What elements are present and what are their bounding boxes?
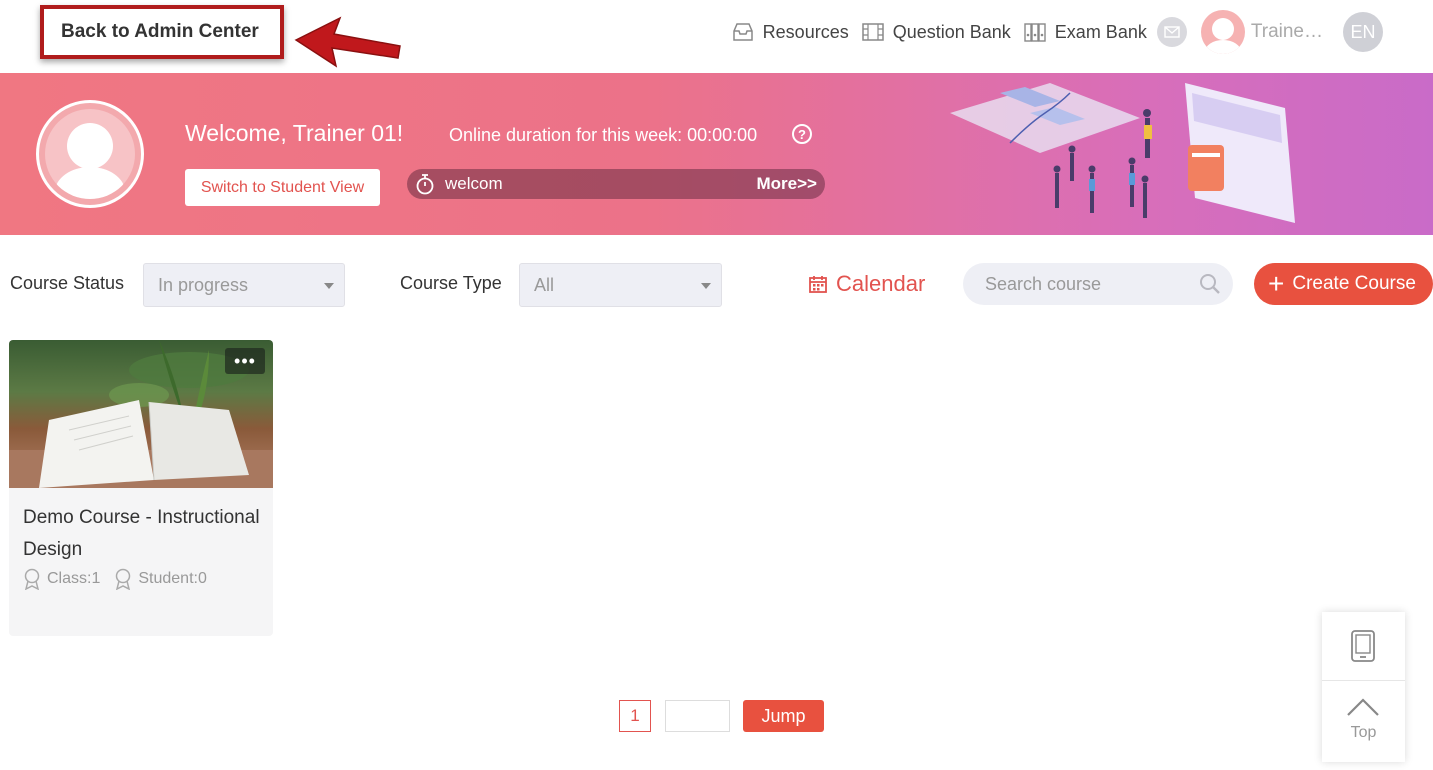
course-meta: Class:1 Student:0 (23, 568, 221, 590)
create-course-button[interactable]: + Create Course (1254, 263, 1433, 305)
plus-icon: + (1268, 268, 1285, 299)
nav-resources[interactable]: Resources (731, 21, 849, 43)
badge-icon (116, 568, 131, 590)
binders-icon (1024, 23, 1046, 42)
top-nav: Resources Question Bank Exam Bank Traine… (719, 10, 1383, 54)
notice-text: welcom (445, 174, 503, 193)
top-label: Top (1350, 724, 1377, 741)
class-count: Class:1 (23, 568, 100, 590)
back-to-admin-center-button[interactable]: Back to Admin Center (40, 5, 284, 59)
banner-illustration (950, 83, 1295, 223)
nav-exam-bank-label: Exam Bank (1054, 21, 1147, 42)
chevron-down-icon (701, 283, 711, 289)
calendar-label: Calendar (836, 271, 926, 296)
calendar-link[interactable]: Calendar (808, 271, 925, 297)
stopwatch-icon (416, 174, 434, 195)
top-bar: Back to Admin Center Resources Question … (0, 0, 1433, 73)
course-status-select[interactable]: In progress (143, 263, 345, 307)
course-title[interactable]: Demo Course - Instructional Design (23, 502, 263, 566)
course-status-label: Course Status (10, 273, 125, 293)
search-icon[interactable] (1199, 273, 1221, 295)
course-card[interactable]: ••• Demo Course - Instructional Design C… (9, 340, 273, 636)
page-number-current[interactable]: 1 (619, 700, 651, 732)
back-label: Back to Admin Center (61, 21, 259, 42)
pagination: 1 Jump (619, 700, 824, 732)
class-count-text: Class:1 (47, 570, 101, 587)
chevron-down-icon (324, 283, 334, 289)
badge-icon (24, 568, 40, 590)
course-status-value: In progress (158, 274, 249, 295)
user-name: Traine… (1250, 21, 1323, 42)
avatar (1200, 10, 1245, 54)
nav-exam-bank[interactable]: Exam Bank (1023, 21, 1147, 43)
mail-icon (1164, 26, 1180, 38)
inbox-icon (732, 23, 753, 41)
welcome-text: Welcome, Trainer 01! (185, 120, 404, 146)
nav-resources-label: Resources (762, 21, 849, 42)
page-jump-input[interactable] (665, 700, 730, 732)
create-course-label: Create Course (1292, 273, 1416, 294)
search-input[interactable] (985, 273, 1185, 295)
notice-bar[interactable]: welcom More>> (407, 169, 825, 199)
filter-bar: Course Status In progress Course Type Al… (0, 255, 1433, 315)
notice-more-link[interactable]: More>> (757, 174, 817, 194)
switch-to-student-view-button[interactable]: Switch to Student View (185, 169, 380, 206)
chevron-up-icon (1347, 698, 1379, 716)
online-duration: Online duration for this week: 00:00:00 (449, 125, 758, 145)
user-menu[interactable]: Traine… (1200, 10, 1323, 54)
calendar-icon (809, 276, 827, 293)
jump-button[interactable]: Jump (743, 700, 824, 732)
welcome-banner: Welcome, Trainer 01! Online duration for… (0, 73, 1433, 235)
annotation-arrow-icon (294, 16, 401, 68)
course-type-select[interactable]: All (519, 263, 722, 307)
language-switch[interactable]: EN (1343, 12, 1383, 52)
tablet-icon[interactable] (1350, 630, 1376, 662)
student-count: Student:0 (114, 568, 207, 590)
nav-question-bank-label: Question Bank (892, 21, 1011, 42)
mail-button[interactable] (1156, 17, 1187, 47)
course-thumbnail: ••• (9, 340, 273, 488)
search-box (963, 263, 1233, 305)
film-icon (861, 23, 884, 41)
nav-question-bank[interactable]: Question Bank (861, 21, 1011, 43)
floating-toolbar: Top (1322, 612, 1405, 762)
course-type-value: All (534, 274, 555, 295)
student-count-text: Student:0 (138, 570, 207, 587)
course-type-label: Course Type (400, 273, 502, 293)
back-to-top-button[interactable]: Top (1322, 681, 1405, 762)
profile-avatar (36, 100, 144, 208)
help-icon[interactable]: ? (792, 124, 812, 144)
more-options-button[interactable]: ••• (225, 348, 265, 374)
